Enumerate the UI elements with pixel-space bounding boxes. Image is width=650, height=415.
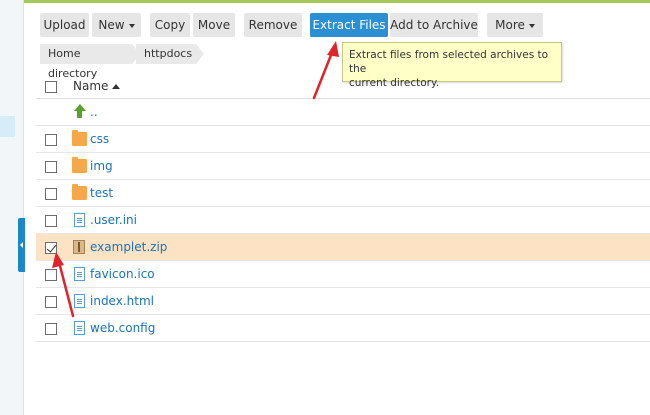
table-row[interactable]: css — [36, 126, 650, 153]
more-button-label: More — [495, 18, 525, 32]
row-checkbox[interactable] — [45, 134, 57, 146]
tooltip-line-1: Extract files from selected archives to … — [349, 49, 549, 75]
folder-icon — [72, 130, 87, 146]
name-column-header[interactable]: Name — [73, 79, 121, 93]
file-name-link[interactable]: .. — [90, 105, 98, 119]
file-name-link[interactable]: index.html — [90, 294, 154, 308]
select-all-checkbox[interactable] — [45, 81, 57, 93]
row-checkbox[interactable] — [45, 269, 57, 281]
remove-button[interactable]: Remove — [244, 13, 302, 37]
row-checkbox[interactable] — [45, 323, 57, 335]
file-name-link[interactable]: .user.ini — [90, 213, 137, 227]
row-checkbox[interactable] — [45, 296, 57, 308]
sort-ascending-icon — [112, 84, 121, 89]
folder-icon — [72, 184, 87, 200]
html-file-icon — [74, 294, 85, 308]
file-icon — [74, 213, 85, 227]
file-icon — [74, 321, 85, 335]
breadcrumb-httpdocs[interactable]: httpdocs — [136, 44, 204, 64]
move-button[interactable]: Move — [193, 13, 235, 37]
table-row[interactable]: favicon.ico — [36, 261, 650, 288]
row-checkbox[interactable] — [45, 215, 57, 227]
name-column-label: Name — [73, 79, 109, 93]
chevron-down-icon — [128, 23, 135, 28]
table-row[interactable]: index.html — [36, 288, 650, 315]
folder-icon — [72, 157, 87, 173]
file-name-link[interactable]: favicon.ico — [90, 267, 155, 281]
table-row[interactable]: .. — [36, 99, 650, 126]
panel-collapse-handle[interactable] — [18, 218, 25, 272]
chevron-down-icon — [528, 23, 535, 28]
image-file-icon — [74, 267, 85, 281]
top-accent-bar — [0, 0, 650, 3]
row-checkbox[interactable] — [45, 188, 57, 200]
tooltip-line-2: current directory. — [349, 77, 440, 89]
extract-files-tooltip: Extract files from selected archives to … — [342, 42, 562, 89]
row-checkbox-checked[interactable] — [45, 242, 57, 254]
add-to-archive-button[interactable]: Add to Archive — [390, 13, 478, 37]
table-row[interactable]: .user.ini — [36, 207, 650, 234]
up-arrow-icon — [74, 104, 86, 119]
file-name-link[interactable]: web.config — [90, 321, 155, 335]
file-name-link[interactable]: test — [90, 186, 113, 200]
row-checkbox[interactable] — [45, 161, 57, 173]
copy-button[interactable]: Copy — [150, 13, 190, 37]
upload-button[interactable]: Upload — [40, 13, 89, 37]
table-row[interactable]: web.config — [36, 315, 650, 342]
chevron-left-icon — [20, 242, 23, 248]
table-row[interactable]: img — [36, 153, 650, 180]
file-manager: Upload New Copy Move Remove Extract File… — [0, 0, 650, 415]
file-name-link[interactable]: css — [90, 132, 109, 146]
new-button[interactable]: New — [92, 13, 141, 37]
file-name-link[interactable]: examplet.zip — [90, 240, 167, 254]
zip-icon — [73, 240, 85, 254]
left-navigation-panel — [0, 0, 24, 415]
breadcrumb-home-directory[interactable]: Home directory — [40, 44, 140, 80]
new-button-label: New — [98, 18, 125, 32]
file-name-link[interactable]: img — [90, 159, 113, 173]
extract-files-button[interactable]: Extract Files — [310, 13, 388, 37]
left-panel-selected-item[interactable] — [0, 116, 15, 137]
more-button[interactable]: More — [487, 13, 543, 37]
table-row[interactable]: test — [36, 180, 650, 207]
table-row-selected[interactable]: examplet.zip — [36, 234, 650, 261]
